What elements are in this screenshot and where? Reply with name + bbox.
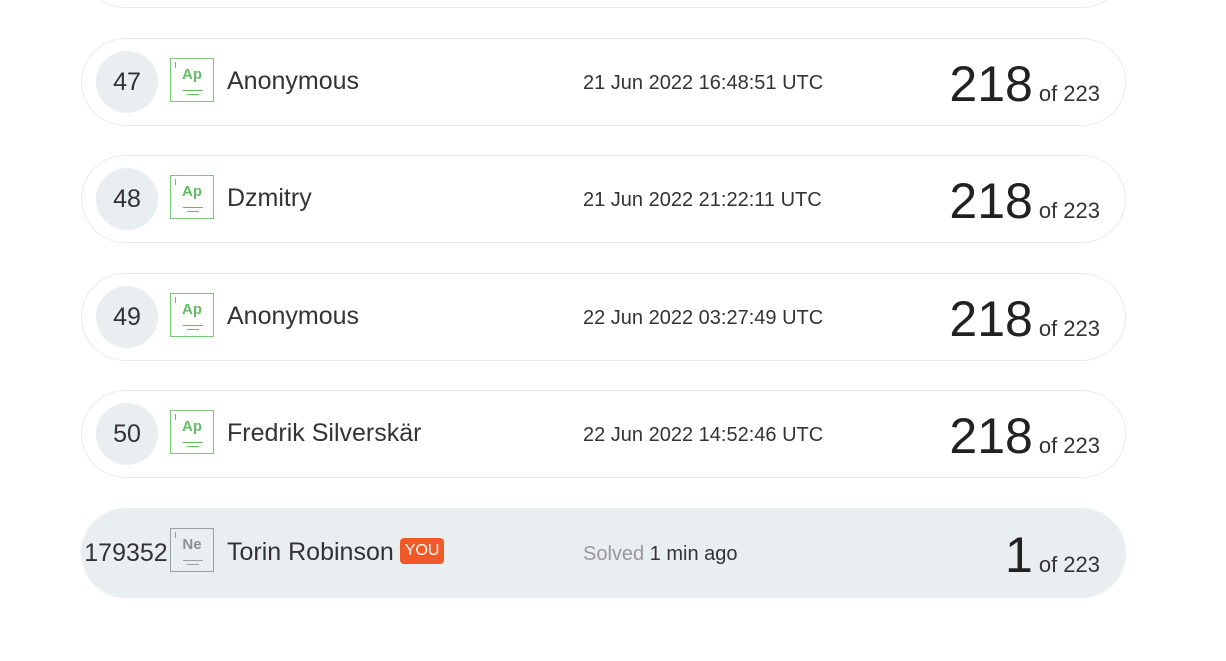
solved-date: 21 Jun 2022 21:22:11 UTC	[583, 189, 822, 211]
user-name[interactable]: Anonymous	[227, 302, 359, 331]
level-icon: Ap	[170, 293, 214, 337]
level-icon: Ap	[170, 58, 214, 102]
user-name[interactable]: Dzmitry	[227, 184, 312, 213]
total-count: of 223	[1038, 81, 1100, 106]
total-count: of 223	[1038, 316, 1100, 341]
score: 218 of 223	[949, 172, 1100, 230]
solved-date: 22 Jun 2022 03:27:49 UTC	[583, 307, 824, 329]
rank-badge: 50	[96, 403, 158, 465]
rank-badge: 48	[96, 168, 158, 230]
user-name-text[interactable]: Torin Robinson	[227, 538, 394, 566]
score: 1 of 223	[1005, 526, 1100, 584]
solved-count: 218	[949, 291, 1033, 347]
solved-label: Solved	[583, 543, 645, 565]
solved-date: 22 Jun 2022 14:52:46 UTC	[583, 424, 824, 446]
leaderboard-row-current-user: 179352 Ne Torin Robinson YOU Solved 1 min…	[81, 508, 1126, 598]
total-count: of 223	[1038, 433, 1100, 458]
rank-badge: 179352	[84, 539, 168, 567]
leaderboard-row: 50 Ap Fredrik Silverskär 22 Jun 2022 14:…	[81, 390, 1126, 478]
level-symbol: Ne	[182, 536, 202, 553]
leaderboard-row-partial	[81, 0, 1126, 8]
total-count: of 223	[1038, 552, 1100, 577]
level-symbol: Ap	[182, 418, 202, 435]
user-name[interactable]: Anonymous	[227, 67, 359, 96]
user-name: Torin Robinson YOU	[227, 538, 445, 567]
score: 218 of 223	[949, 290, 1100, 348]
rank-badge: 49	[96, 286, 158, 348]
solved-date: 21 Jun 2022 16:48:51 UTC	[583, 72, 824, 94]
level-icon: Ap	[170, 410, 214, 454]
solved-count: 218	[949, 173, 1033, 229]
solved-count: 218	[949, 56, 1033, 112]
leaderboard-row: 47 Ap Anonymous 21 Jun 2022 16:48:51 UTC…	[81, 38, 1126, 126]
solved-status: Solved 1 min ago	[583, 543, 738, 566]
solved-count: 1	[1005, 527, 1033, 583]
leaderboard-row: 48 Ap Dzmitry 21 Jun 2022 21:22:11 UTC 2…	[81, 155, 1126, 243]
you-badge: YOU	[399, 538, 445, 565]
rank-badge: 47	[96, 51, 158, 113]
level-symbol: Ap	[182, 183, 202, 200]
solved-count: 218	[949, 408, 1033, 464]
leaderboard: 47 Ap Anonymous 21 Jun 2022 16:48:51 UTC…	[0, 0, 1226, 661]
leaderboard-row: 49 Ap Anonymous 22 Jun 2022 03:27:49 UTC…	[81, 273, 1126, 361]
score: 218 of 223	[949, 407, 1100, 465]
score: 218 of 223	[949, 55, 1100, 113]
user-name[interactable]: Fredrik Silverskär	[227, 419, 421, 448]
solved-time: 1 min ago	[649, 543, 738, 565]
level-icon: Ne	[170, 528, 214, 572]
level-icon: Ap	[170, 175, 214, 219]
level-symbol: Ap	[182, 301, 202, 318]
total-count: of 223	[1038, 198, 1100, 223]
level-symbol: Ap	[182, 66, 202, 83]
